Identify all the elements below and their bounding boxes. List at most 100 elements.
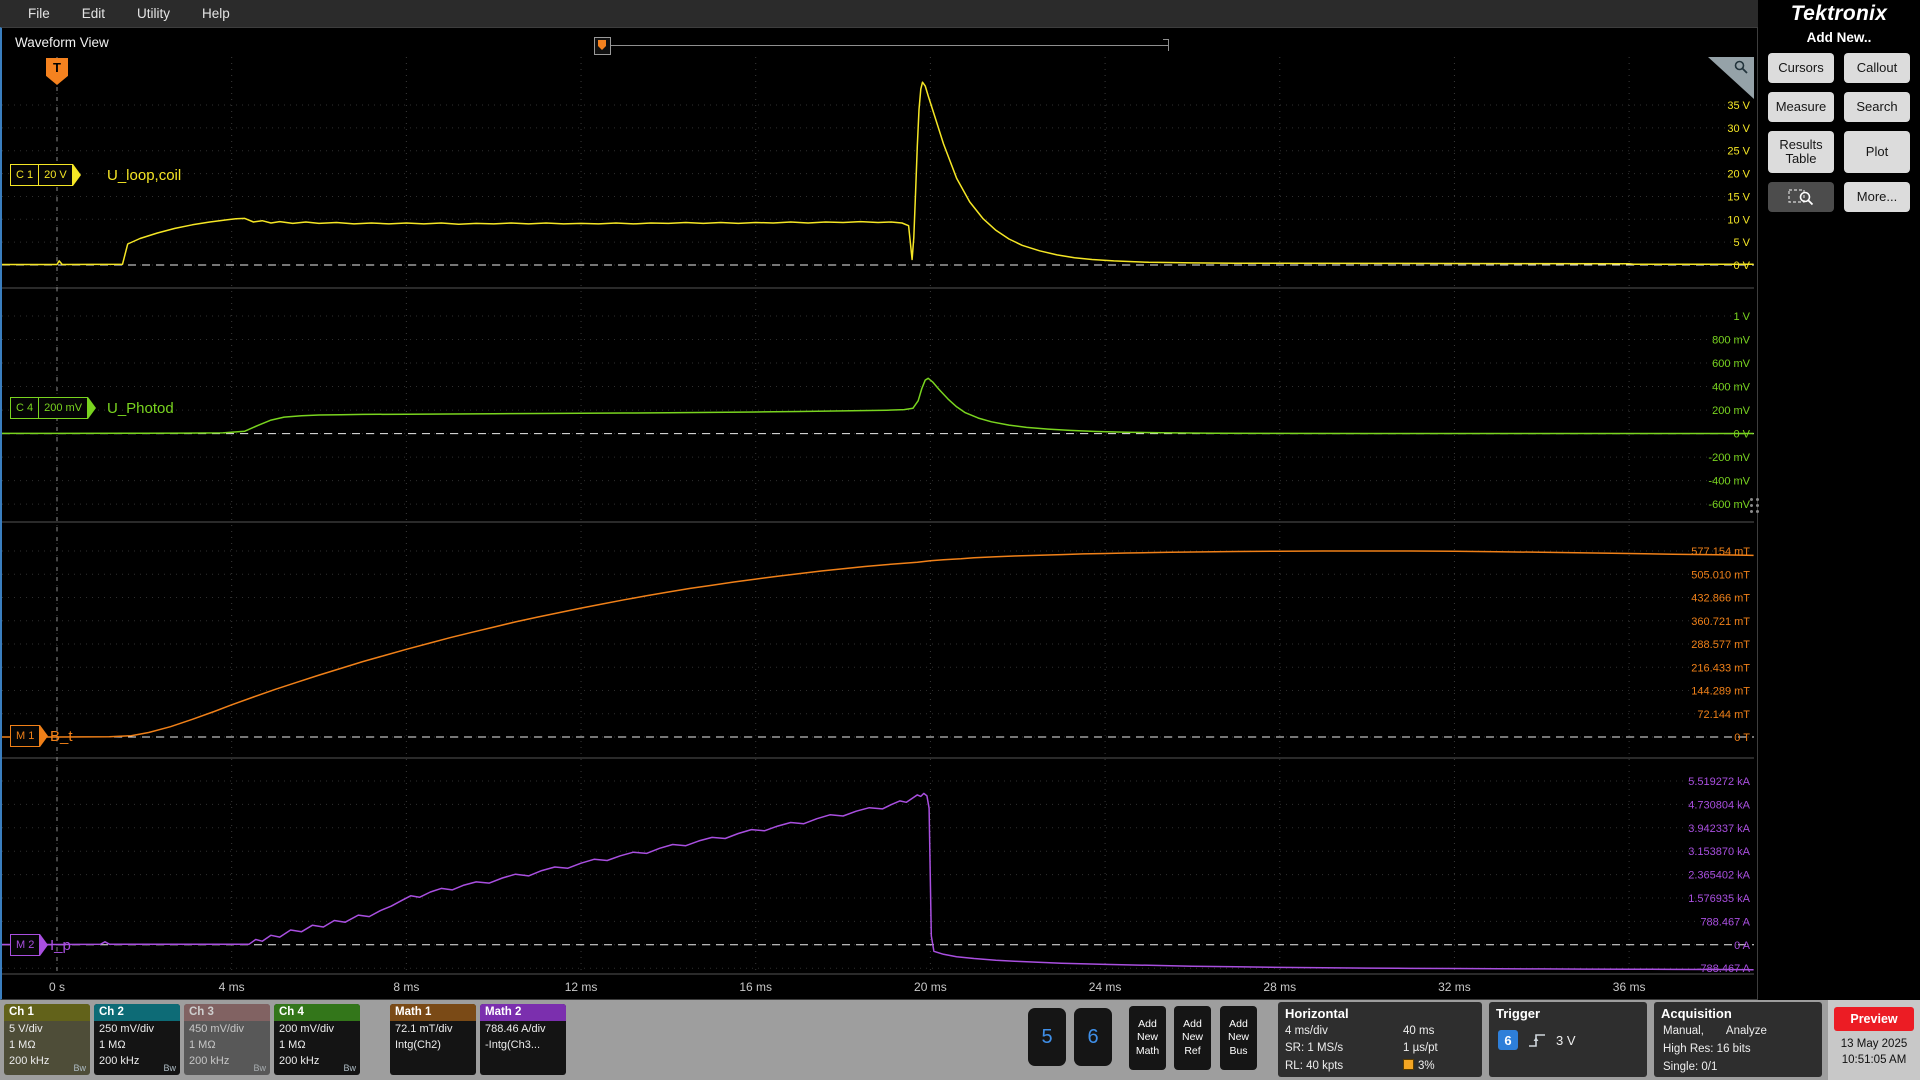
menu-item-edit[interactable]: Edit [66,2,121,25]
horizontal-panel[interactable]: Horizontal 4 ms/div 40 ms SR: 1 MS/s 1 µs/p… [1278,1002,1482,1077]
menu-bar: File Edit Utility Help [0,0,1758,27]
add-new-heading: Add New.. [1806,30,1872,45]
channel-card-ch-2[interactable]: Ch 2 250 mV/div 1 MΩ 200 kHz Bw [94,1004,180,1075]
trace-label-u-loop-coil: U_loop,coil [107,167,182,184]
horizontal-position-icon [1403,1058,1414,1070]
menu-item-utility[interactable]: Utility [121,2,186,25]
channel-setting: 1 MΩ [99,1038,126,1051]
channel-name: Ch 3 [184,1004,270,1021]
add-new-bus-button[interactable]: Add New Bus [1220,1006,1257,1070]
channel-badge-c1[interactable]: C 1 20 V [10,164,81,186]
channel-setting: 1 MΩ [189,1038,216,1051]
channel-setting: 200 mV/div [279,1023,335,1035]
channel-card-ch-1[interactable]: Ch 15 V/div 1 MΩ 200 kHz Bw [4,1004,90,1075]
rising-edge-icon [1529,1034,1545,1047]
add-new-math-button[interactable]: Add New Math [1129,1006,1166,1070]
trace-label-u-photod: U_Photod [107,400,174,417]
channel-setting: 450 mV/div [189,1023,245,1035]
time-label: 10:51:05 AM [1841,1054,1907,1067]
badge-text: 20 V [39,164,73,186]
bandwidth-limit-icon: Bw [343,1063,356,1073]
channel-setting: 72.1 mT/div [395,1023,453,1035]
badge-text: C 1 [10,164,40,186]
badge-arrow [40,934,49,956]
acquisition-title: Acquisition [1661,1006,1732,1021]
bandwidth-limit-icon: Bw [73,1063,86,1073]
more-button[interactable]: More... [1844,182,1910,212]
channel-badge-m2[interactable]: M 2 [10,934,49,956]
channel-name: Ch 2 [94,1004,180,1021]
acquisition-values: Manual, Analyze High Res: 16 bits Single: 0… [1654,1023,1822,1076]
channel-card-ch-4[interactable]: Ch 4 200 mV/div 1 MΩ 200 kHz Bw [274,1004,360,1075]
channel-badge-c4[interactable]: C 4 200 mV [10,397,97,419]
horizontal-value: 4 ms/div [1285,1025,1328,1037]
channel-info: 788.46 A/div -Intg(Ch3... [480,1021,566,1055]
side-button-measure[interactable]: Measure [1768,92,1834,122]
plot-overlay: C 1 20 V U_loop,coil C 4 200 mV U_Photod M 1 B_… [2,28,1757,999]
tektronix-logo: Tektronix [1790,2,1888,25]
badge-text: M 1 [10,725,41,747]
channel-card-ch-3[interactable]: Ch 3 450 mV/div 1 MΩ 200 kHz Bw [184,1004,270,1075]
waveform-view: Waveform View 35 V 30 V 25 V 20 V 15 V 10 V5 … [0,27,1758,1000]
horizontal-value: SR: 1 MS/s [1285,1042,1344,1055]
trigger-title: Trigger [1496,1006,1541,1021]
horizontal-value: 40 ms [1403,1025,1435,1037]
right-sidebar: Tektronix Add New.. Cursors Callout Measur… [1758,0,1920,1000]
menu-item-file[interactable]: File [12,2,66,25]
horizontal-value: 3% [1403,1058,1475,1075]
channel-name: Ch 4 [274,1004,360,1021]
preview-button[interactable]: Preview [1834,1007,1914,1031]
trigger-level: 3 V [1556,1032,1576,1048]
badge-text: 200 mV [39,397,89,419]
acquisition-line: Manual, Analyze [1663,1025,1767,1037]
menu-item-help[interactable]: Help [186,2,246,25]
badge-arrow [88,397,97,419]
horizontal-value: 1 µs/pt [1403,1042,1438,1055]
bandwidth-limit-icon: Bw [253,1063,266,1073]
badge-arrow [40,725,49,747]
ref-slot-button-6[interactable]: 6 [1074,1008,1112,1066]
channel-name: Ch 1 [4,1004,90,1021]
badge-text: M 2 [10,934,41,956]
channel-setting: -Intg(Ch3... [485,1038,541,1051]
channel-setting: 250 mV/div [99,1023,155,1035]
magnifier-icon [1734,60,1748,74]
zoom-tool-button[interactable] [1768,182,1834,212]
side-button-plot[interactable]: Plot [1844,131,1910,173]
horizontal-title: Horizontal [1285,1006,1349,1021]
add-new-ref-button[interactable]: Add New Ref [1174,1006,1211,1070]
side-button-cursors[interactable]: Cursors [1768,53,1834,83]
trace-label-i-p: I_p [50,937,71,954]
side-button-search[interactable]: Search [1844,92,1910,122]
preview-datetime-panel: Preview 13 May 2025 10:51:05 AM [1828,1000,1920,1080]
acquisition-panel[interactable]: Acquisition Manual, Analyze High Res: 16 b… [1654,1002,1822,1077]
ref-slot-button-5[interactable]: 5 [1028,1008,1066,1066]
channel-card-math-2[interactable]: Math 2 788.46 A/div -Intg(Ch3... [480,1004,566,1075]
sidebar-button-grid: Cursors Callout Measure Search Results Table… [1758,51,1920,214]
channel-info: 72.1 mT/div Intg(Ch2) [390,1021,476,1055]
horizontal-value: RL: 40 kpts [1285,1059,1344,1072]
channel-setting: 788.46 A/div [485,1023,546,1035]
channel-setting: 1 MΩ [9,1038,36,1051]
side-button-callout[interactable]: Callout [1844,53,1910,83]
trigger-panel[interactable]: Trigger 6 3 V [1489,1002,1647,1077]
panel-splitter-handle[interactable] [1750,498,1759,524]
channel-name: Math 2 [480,1004,566,1021]
horizontal-values: 4 ms/div 40 ms SR: 1 MS/s 1 µs/pt RL: 40 kpt… [1278,1023,1482,1075]
magnifier-box-icon [1788,189,1814,206]
channel-setting: Intg(Ch2) [395,1038,441,1051]
bottom-bar: Horizontal 4 ms/div 40 ms SR: 1 MS/s 1 µs/p… [0,1000,1920,1080]
trigger-source-badge: 6 [1498,1030,1518,1050]
acquisition-line: High Res: 16 bits [1663,1042,1751,1055]
badge-text: C 4 [10,397,40,419]
channel-card-math-1[interactable]: Math 1 72.1 mT/div Intg(Ch2) [390,1004,476,1075]
channel-setting: 1 MΩ [279,1038,306,1051]
channel-setting: 5 V/div [9,1023,43,1035]
bandwidth-limit-icon: Bw [163,1063,176,1073]
side-button-results-table[interactable]: Results Table [1768,131,1834,173]
trace-label-b-t: B_t [50,728,73,745]
date-label: 13 May 2025 [1840,1038,1908,1050]
channel-badge-m1[interactable]: M 1 [10,725,49,747]
acquisition-line: Single: 0/1 [1663,1060,1718,1073]
channel-name: Math 1 [390,1004,476,1021]
